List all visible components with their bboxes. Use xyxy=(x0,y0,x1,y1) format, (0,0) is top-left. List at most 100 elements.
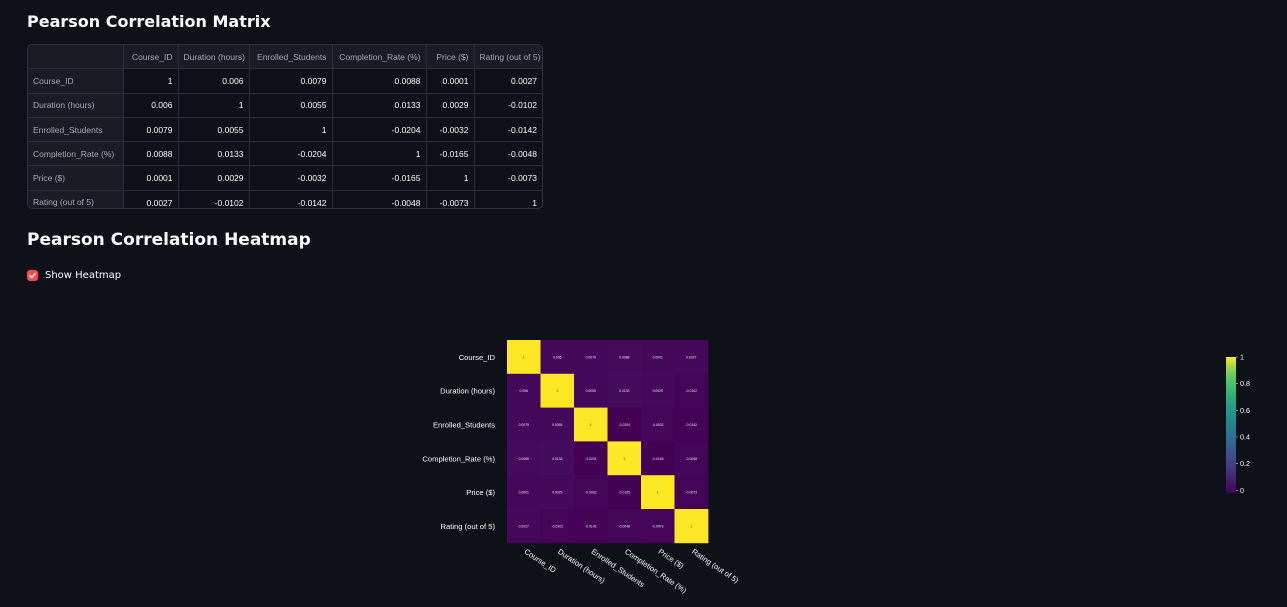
colorbar-tick-label: 0.8 xyxy=(1240,379,1250,388)
x-tick-label: Enrolled_Students xyxy=(590,547,647,589)
heatmap-cell-label: 0.006 xyxy=(553,355,562,359)
column-header[interactable]: Course_ID xyxy=(123,45,179,70)
column-header[interactable]: Rating (out of 5) xyxy=(474,45,542,70)
table-cell[interactable]: -0.0142 xyxy=(474,117,542,143)
table-cell[interactable]: 0.006 xyxy=(178,68,250,94)
column-header[interactable]: Duration (hours) xyxy=(178,45,250,70)
heatmap-cell-label: 1 xyxy=(523,355,525,359)
table-cell[interactable]: -0.0204 xyxy=(332,117,427,143)
y-tick-label: Enrolled_Students xyxy=(433,421,495,430)
table-cell[interactable]: -0.0073 xyxy=(426,190,475,208)
table-cell[interactable]: -0.0032 xyxy=(249,165,333,191)
correlation-dataframe[interactable]: Course_ID Duration (hours) Enrolled_Stud… xyxy=(27,44,543,209)
heatmap-cell xyxy=(674,509,709,544)
table-cell[interactable]: 1 xyxy=(426,165,475,191)
table-cell[interactable]: 0.0001 xyxy=(426,68,475,94)
heatmap-cell xyxy=(641,475,675,510)
table-cell[interactable]: 0.006 xyxy=(123,93,179,118)
table-cell[interactable]: 1 xyxy=(123,68,179,94)
checkbox-label: Show Heatmap xyxy=(45,270,122,281)
heatmap-cell-label: 0.006 xyxy=(520,389,529,393)
table-cell[interactable]: -0.0165 xyxy=(332,165,427,191)
colorbar-tick-label: 0.6 xyxy=(1240,406,1250,415)
heatmap-cell-label: 1 xyxy=(590,423,592,427)
heatmap-cell xyxy=(540,373,575,408)
row-header: Rating (out of 5) xyxy=(28,190,124,208)
table-cell[interactable]: 1 xyxy=(249,117,333,143)
heatmap-cell xyxy=(674,475,709,510)
table-cell[interactable]: -0.0165 xyxy=(426,141,475,167)
heatmap-cell-label: -0.0165 xyxy=(652,457,664,461)
table-cell[interactable]: -0.0032 xyxy=(426,117,475,143)
table-cell[interactable]: -0.0073 xyxy=(474,165,542,191)
heatmap-cell xyxy=(641,407,675,442)
app-page: Pearson Correlation Matrix Course_ID Dur… xyxy=(0,0,1287,607)
heatmap-cell-label: 0.0079 xyxy=(586,355,596,359)
table-cell[interactable]: 0.0088 xyxy=(332,68,427,94)
column-header[interactable]: Enrolled_Students xyxy=(249,45,333,70)
show-heatmap-checkbox[interactable]: Show Heatmap xyxy=(27,270,121,281)
heatmap-cell-label: 0.0055 xyxy=(586,389,596,393)
heatmap-cell-label: -0.0032 xyxy=(652,423,664,427)
table-cell[interactable]: -0.0142 xyxy=(249,190,333,208)
table-cell[interactable]: -0.0204 xyxy=(249,141,333,167)
table-cell[interactable]: 0.0133 xyxy=(332,93,427,118)
heatmap-cell xyxy=(507,407,541,442)
heatmap-cell xyxy=(607,441,642,476)
column-header[interactable]: Completion_Rate (%) xyxy=(332,45,427,70)
table-cell[interactable]: 0.0029 xyxy=(178,165,250,191)
heatmap-cell-label: -0.0048 xyxy=(686,457,698,461)
heatmap-cell-label: -0.0142 xyxy=(686,423,698,427)
table-cell[interactable]: 0.0079 xyxy=(123,117,179,143)
table-cell[interactable]: 1 xyxy=(178,93,250,118)
table-row: Course_ID 1 0.006 0.0079 0.0088 0.0001 0… xyxy=(28,68,542,94)
table-cell[interactable]: 0.0027 xyxy=(123,190,179,208)
x-tick-label: Price ($) xyxy=(657,547,686,571)
table-cell[interactable]: 0.0001 xyxy=(123,165,179,191)
table-cell[interactable]: 1 xyxy=(474,190,542,208)
table-cell[interactable]: 0.0133 xyxy=(178,141,250,167)
heatmap-cell-label: 1 xyxy=(690,524,692,528)
heatmap-cell xyxy=(674,373,709,408)
table-cell[interactable]: 0.0055 xyxy=(249,93,333,118)
table-cell[interactable]: -0.0102 xyxy=(474,93,542,118)
heatmap-cell-label: 0.0027 xyxy=(686,355,696,359)
table-cell[interactable]: 0.0088 xyxy=(123,141,179,167)
heatmap-cell xyxy=(641,340,675,375)
heatmap-cell xyxy=(507,373,541,408)
table-cell[interactable]: 0.0029 xyxy=(426,93,475,118)
heatmap-cell-label: -0.0102 xyxy=(686,389,698,393)
heatmap-cell-label: -0.0165 xyxy=(619,491,631,495)
table-cell[interactable]: -0.0048 xyxy=(332,190,427,208)
checkbox-checked-icon[interactable] xyxy=(27,270,38,281)
heatmap-cell xyxy=(641,509,675,544)
table-cell[interactable]: 0.0027 xyxy=(474,68,542,94)
column-header[interactable]: Price ($) xyxy=(426,45,475,70)
heatmap-cell-label: 0.0133 xyxy=(619,389,629,393)
table-cell[interactable]: 0.0079 xyxy=(249,68,333,94)
table-row: Enrolled_Students 0.0079 0.0055 1 -0.020… xyxy=(28,117,542,143)
table-cell[interactable]: 1 xyxy=(332,141,427,167)
y-tick-label: Duration (hours) xyxy=(440,387,495,396)
heatmap-cell xyxy=(607,373,642,408)
heatmap-cell xyxy=(574,340,608,375)
heatmap-cell xyxy=(641,373,675,408)
heatmap-cell xyxy=(540,475,575,510)
heatmap-cell xyxy=(574,509,608,544)
correlation-matrix-title: Pearson Correlation Matrix xyxy=(27,12,271,31)
heatmap-cell-label: 1 xyxy=(556,389,558,393)
correlation-table: Course_ID Duration (hours) Enrolled_Stud… xyxy=(28,45,542,208)
table-cell[interactable]: -0.0048 xyxy=(474,141,542,167)
heatmap-cell-label: 0.0001 xyxy=(519,491,529,495)
heatmap-cell xyxy=(574,407,608,442)
table-row: Completion_Rate (%) 0.0088 0.0133 -0.020… xyxy=(28,141,542,167)
heatmap-cell xyxy=(674,340,709,375)
heatmap-cell-label: 0.0133 xyxy=(552,457,562,461)
y-tick-label: Completion_Rate (%) xyxy=(422,454,495,463)
table-cell[interactable]: -0.0102 xyxy=(178,190,250,208)
heatmap-cell-label: 1 xyxy=(623,457,625,461)
table-row: Price ($) 0.0001 0.0029 -0.0032 -0.0165 … xyxy=(28,165,542,191)
colorbar-tick-label: 0 xyxy=(1240,486,1244,495)
table-cell[interactable]: 0.0055 xyxy=(178,117,250,143)
y-tick-label: Course_ID xyxy=(459,353,496,362)
